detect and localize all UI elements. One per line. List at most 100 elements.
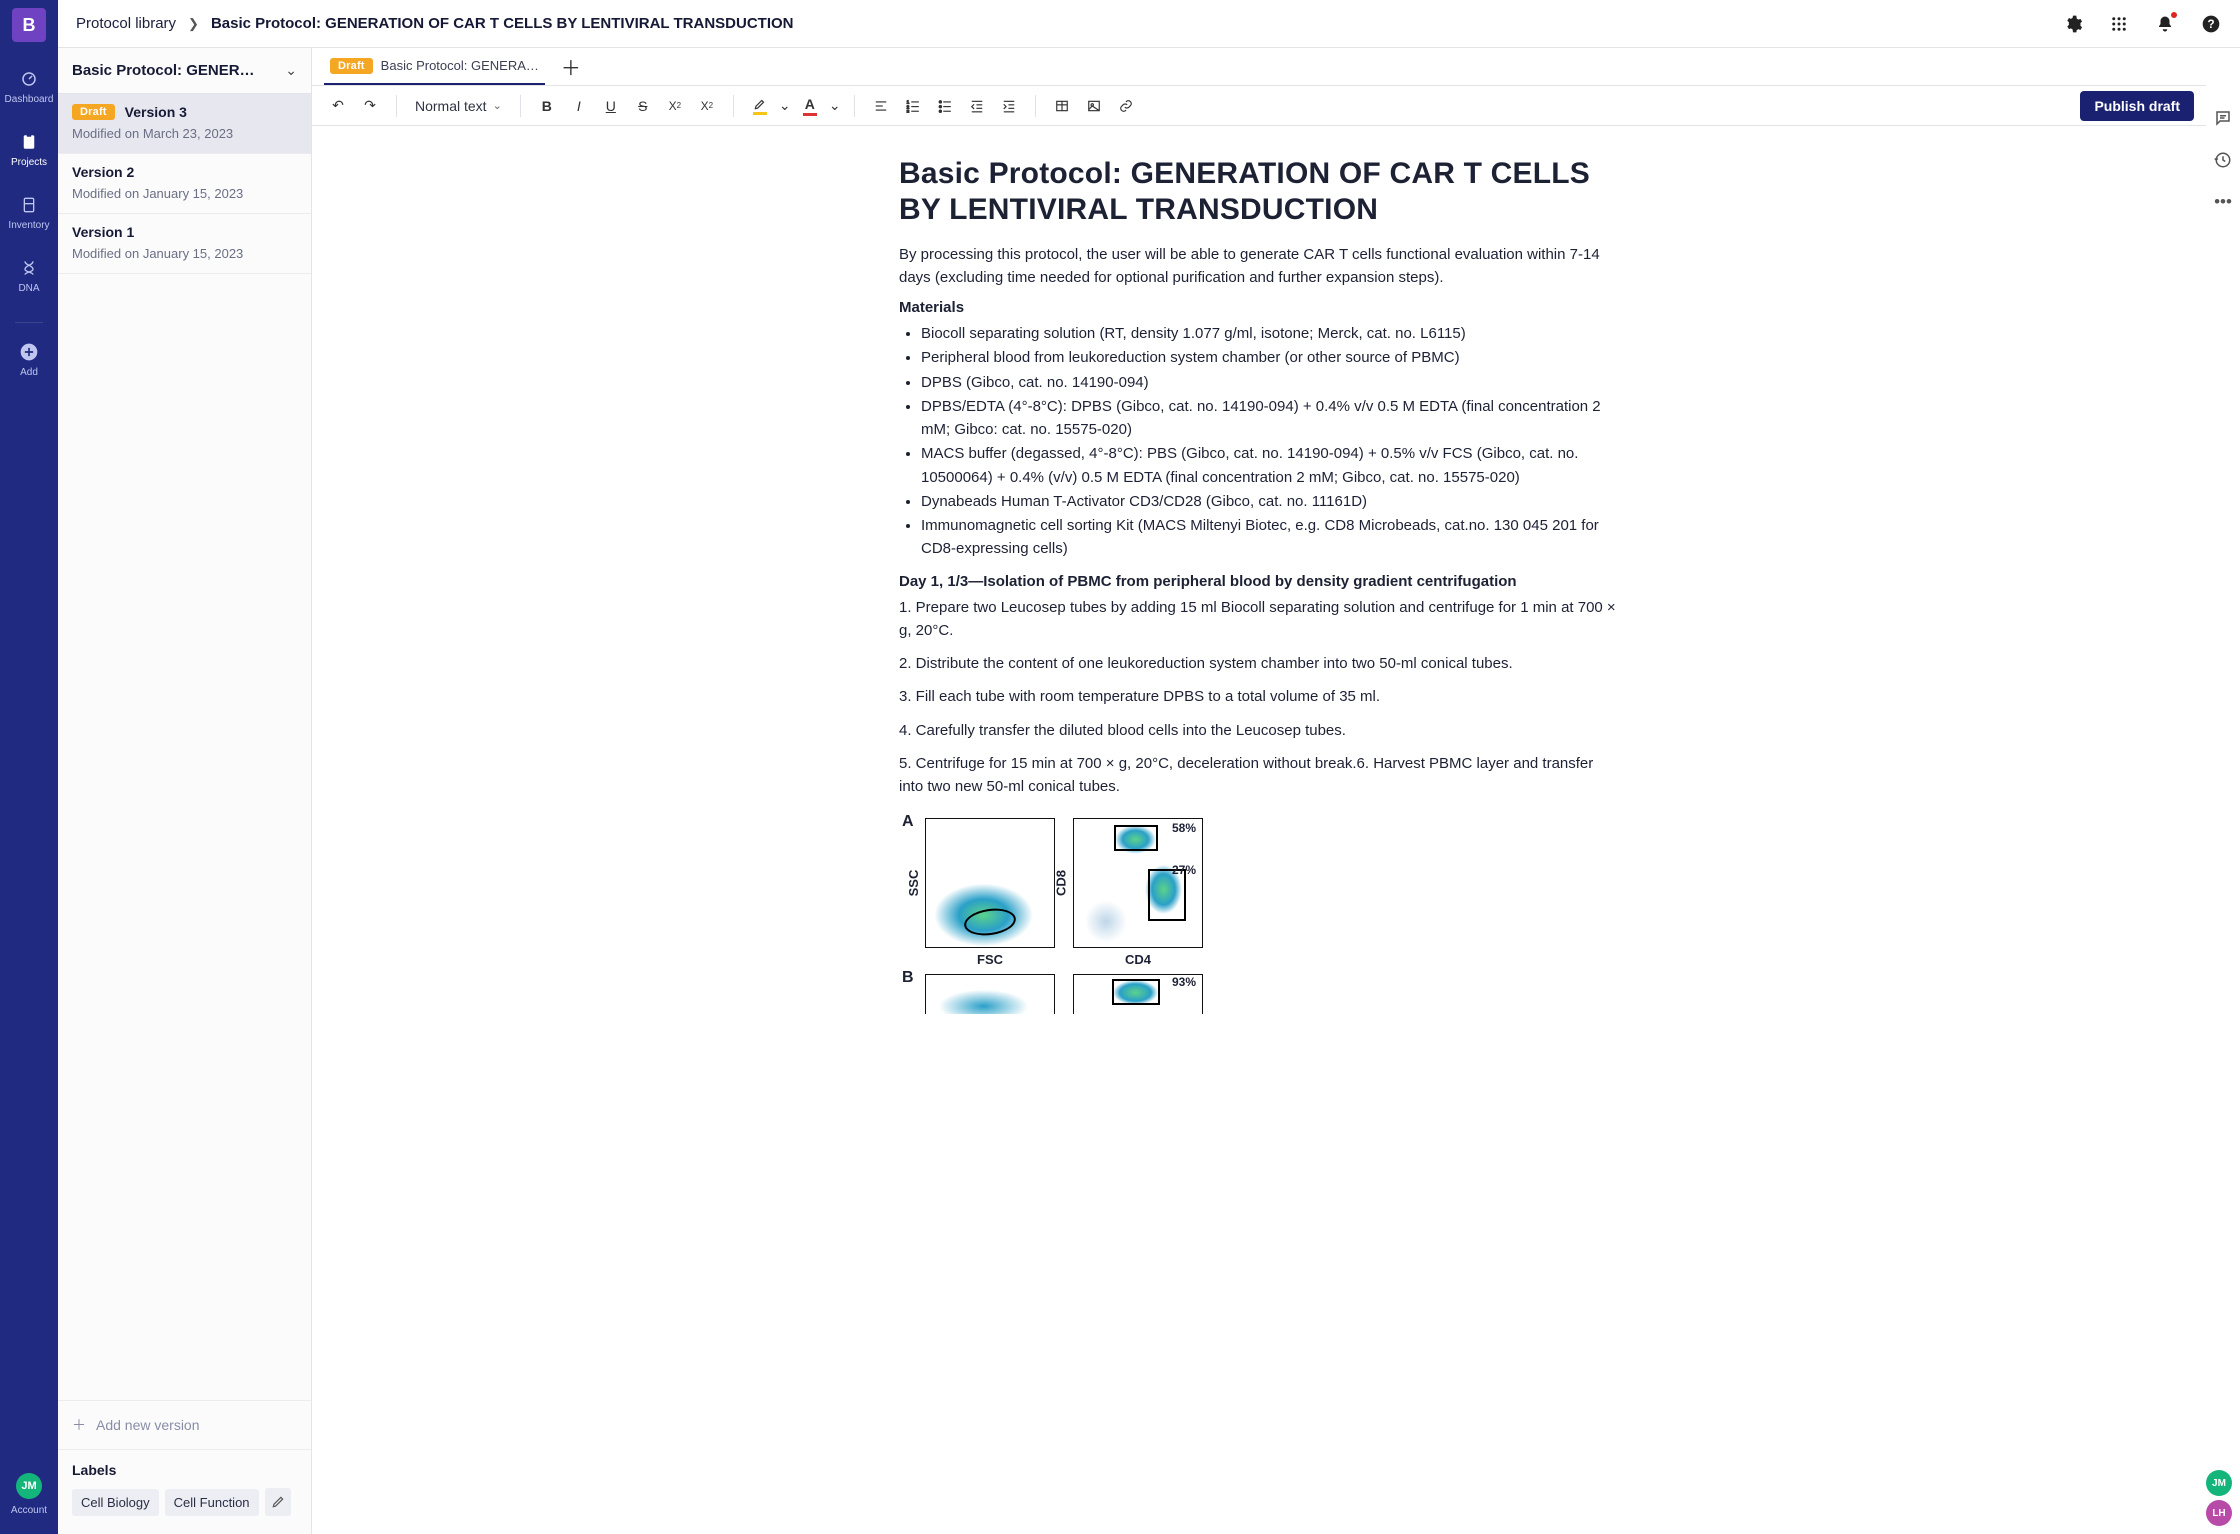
labels-heading: Labels xyxy=(72,1462,297,1478)
align-button[interactable] xyxy=(867,92,895,120)
version-item[interactable]: Version 1 Modified on January 15, 2023 xyxy=(58,214,311,274)
dna-icon xyxy=(21,257,37,279)
intro-paragraph: By processing this protocol, the user wi… xyxy=(899,244,1619,289)
comments-button[interactable] xyxy=(2213,108,2233,128)
draft-badge: Draft xyxy=(72,104,115,120)
numbered-list-button[interactable]: 123 xyxy=(899,92,927,120)
material-item: DPBS (Gibco, cat. no. 14190-094) xyxy=(921,371,1619,394)
material-item: Immunomagnetic cell sorting Kit (MACS Mi… xyxy=(921,514,1619,561)
insert-table-button[interactable] xyxy=(1048,92,1076,120)
flow-plot-cd4-cd8: CD8 CD4 58% 27% xyxy=(1073,818,1203,948)
pct-cd4: 27% xyxy=(1172,863,1196,877)
fridge-icon xyxy=(21,194,37,216)
version-item[interactable]: Version 2Modified on January 15, 2023 xyxy=(58,154,311,214)
outdent-button[interactable] xyxy=(963,92,991,120)
indent-button[interactable] xyxy=(995,92,1023,120)
text-color-chevron[interactable]: ⌄ xyxy=(828,92,842,120)
tab-label: Basic Protocol: GENERA… xyxy=(381,58,539,73)
dashboard-icon xyxy=(20,68,38,90)
labels-section: Labels Cell BiologyCell Function xyxy=(58,1449,311,1534)
bullet-list-button[interactable] xyxy=(931,92,959,120)
highlight-swatch xyxy=(753,112,767,115)
nav-divider xyxy=(15,322,43,323)
help-button[interactable]: ? xyxy=(2200,13,2222,35)
edit-labels-button[interactable] xyxy=(265,1488,291,1516)
tab-badge: Draft xyxy=(330,58,373,74)
highlight-color-button[interactable] xyxy=(746,92,774,120)
italic-button[interactable]: I xyxy=(565,92,593,120)
notifications-button[interactable] xyxy=(2154,13,2176,35)
breadcrumb-root[interactable]: Protocol library xyxy=(76,15,176,32)
presence-avatar[interactable]: LH xyxy=(2206,1500,2232,1526)
bold-button[interactable]: B xyxy=(533,92,561,120)
steps-list: 1. Prepare two Leucosep tubes by adding … xyxy=(899,596,1619,799)
materials-heading: Materials xyxy=(899,299,1619,316)
version-title: Version 1 xyxy=(72,224,134,240)
chevron-down-icon: ⌄ xyxy=(493,99,502,112)
version-modified: Modified on January 15, 2023 xyxy=(72,246,297,261)
top-bar: Protocol library ❯ Basic Protocol: GENER… xyxy=(58,0,2240,48)
insert-link-button[interactable] xyxy=(1112,92,1140,120)
svg-text:?: ? xyxy=(2207,18,2214,31)
add-version-button[interactable]: ＋ Add new version xyxy=(58,1400,311,1449)
strikethrough-button[interactable]: S xyxy=(629,92,657,120)
versions-panel: Basic Protocol: GENERATION… ⌄ DraftVersi… xyxy=(58,48,312,1534)
nav-add-label: Add xyxy=(20,367,38,378)
gate-cd8 xyxy=(1114,825,1158,851)
apps-grid-button[interactable] xyxy=(2108,13,2130,35)
subscript-button[interactable]: X2 xyxy=(693,92,721,120)
undo-button[interactable]: ↶ xyxy=(324,92,352,120)
toolbar: ↶ ↷ Normal text ⌄ B I U S X2 X2 xyxy=(312,86,2206,126)
document-body[interactable]: Basic Protocol: GENERATION OF CAR T CELL… xyxy=(879,156,1639,1014)
history-button[interactable] xyxy=(2213,150,2233,170)
chevron-right-icon: ❯ xyxy=(188,16,199,32)
version-modified: Modified on March 23, 2023 xyxy=(72,126,297,141)
clipboard-icon xyxy=(20,131,38,153)
pct-cd8: 58% xyxy=(1172,821,1196,835)
underline-button[interactable]: U xyxy=(597,92,625,120)
plus-icon: ＋ xyxy=(72,1415,86,1435)
nav-projects-label: Projects xyxy=(11,157,47,168)
app-logo[interactable]: B xyxy=(12,8,46,42)
material-item: DPBS/EDTA (4°-8°C): DPBS (Gibco, cat. no… xyxy=(921,395,1619,442)
version-item[interactable]: DraftVersion 3Modified on March 23, 2023 xyxy=(58,94,311,154)
figure-panel-a: A SSC FSC CD8 CD4 58% xyxy=(899,818,1619,1014)
account-avatar[interactable]: JM xyxy=(16,1473,42,1499)
label-chip[interactable]: Cell Function xyxy=(165,1489,259,1516)
superscript-button[interactable]: X2 xyxy=(661,92,689,120)
settings-button[interactable] xyxy=(2062,13,2084,35)
nav-rail: B Dashboard Projects Inventory DNA xyxy=(0,0,58,1534)
new-tab-button[interactable]: ＋ xyxy=(561,52,581,81)
chevron-down-icon[interactable]: ⌄ xyxy=(285,62,297,79)
version-modified: Modified on January 15, 2023 xyxy=(72,186,297,201)
breadcrumb-current: Basic Protocol: GENERATION OF CAR T CELL… xyxy=(211,15,794,32)
presence-indicators: JM LH xyxy=(2206,1470,2232,1526)
more-options-button[interactable]: ••• xyxy=(2213,192,2233,212)
presence-avatar[interactable]: JM xyxy=(2206,1470,2232,1496)
text-style-select[interactable]: Normal text ⌄ xyxy=(409,98,508,114)
text-color-button[interactable]: A xyxy=(796,92,824,120)
nav-dashboard[interactable]: Dashboard xyxy=(0,64,58,109)
nav-projects[interactable]: Projects xyxy=(0,127,58,172)
nav-dashboard-label: Dashboard xyxy=(5,94,54,105)
nav-dna[interactable]: DNA xyxy=(0,253,58,298)
day1-heading: Day 1, 1/3—Isolation of PBMC from periph… xyxy=(899,573,1619,590)
plus-circle-icon xyxy=(19,341,39,363)
insert-image-button[interactable] xyxy=(1080,92,1108,120)
page-title: Basic Protocol: GENERATION OF CAR T CELL… xyxy=(899,156,1619,228)
versions-header[interactable]: Basic Protocol: GENERATION… ⌄ xyxy=(58,48,311,94)
nav-add[interactable]: Add xyxy=(0,337,58,382)
tabs-row: Draft Basic Protocol: GENERA… ＋ xyxy=(312,48,2206,86)
label-chip[interactable]: Cell Biology xyxy=(72,1489,159,1516)
flow-plot-fsc-ssc: A SSC FSC xyxy=(925,818,1055,948)
nav-inventory[interactable]: Inventory xyxy=(0,190,58,235)
right-utility-strip: ••• xyxy=(2206,48,2240,1534)
nav-inventory-label: Inventory xyxy=(8,220,49,231)
publish-draft-button[interactable]: Publish draft xyxy=(2080,91,2194,121)
redo-button[interactable]: ↷ xyxy=(356,92,384,120)
y-axis-label: SSC xyxy=(906,870,921,897)
highlight-chevron[interactable]: ⌄ xyxy=(778,92,792,120)
account-label: Account xyxy=(11,1505,47,1516)
document-tab[interactable]: Draft Basic Protocol: GENERA… xyxy=(324,48,545,85)
y-axis-label: CD8 xyxy=(1054,870,1069,896)
